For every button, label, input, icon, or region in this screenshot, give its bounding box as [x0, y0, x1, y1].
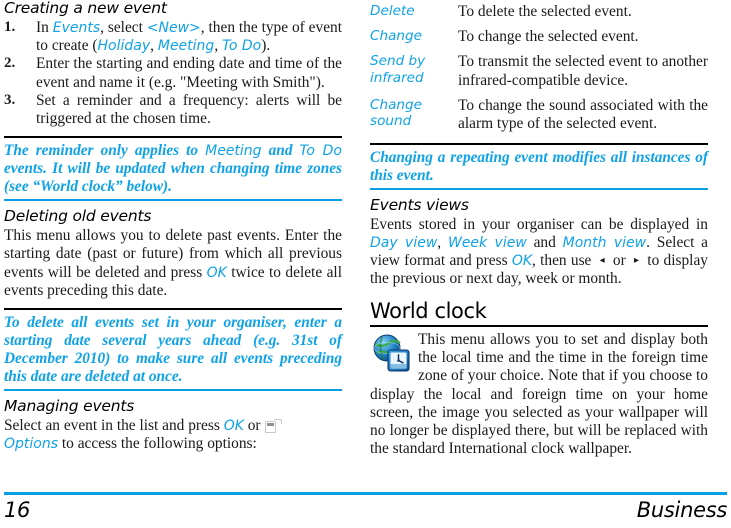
keyword-7: OK	[511, 253, 533, 270]
paragraph-managing-events: Select an event in the list and press OK…	[4, 417, 342, 453]
note-text: Changing a repeating event modifies all …	[370, 149, 708, 185]
keyword-1: Day view	[370, 235, 438, 252]
keyword-7: Meeting	[157, 38, 215, 55]
left-softkey-icon	[265, 418, 283, 433]
text-run-4: and	[526, 234, 563, 252]
table-row: Send by infrared To transmit the selected…	[370, 50, 708, 93]
keyword-1: OK	[206, 264, 227, 281]
note-text: The reminder only applies to Meeting and…	[4, 142, 342, 196]
option-description: To delete the selected event.	[458, 3, 632, 20]
arrow-glyph-9: ◂	[599, 255, 605, 267]
options-table: Delete To delete the selected event. Chang…	[370, 0, 708, 135]
note-delete-all-events: To delete all events set in your organis…	[4, 307, 342, 392]
step-number: 3.	[4, 91, 16, 108]
option-name: Change	[370, 28, 423, 45]
text-run-8: ,	[214, 37, 223, 55]
managing-lead-3: to access the following options:	[58, 435, 257, 453]
text-run-6: ,	[150, 37, 158, 55]
paragraph-world-clock: This menu allows you to set and display …	[370, 330, 708, 458]
right-column: Delete To delete the selected event. Chang…	[370, 0, 708, 492]
keyword-9: To Do	[222, 38, 262, 55]
option-description: To change the selected event.	[458, 28, 639, 46]
step-number: 2.	[4, 55, 16, 72]
managing-lead-2: or	[243, 416, 265, 434]
text-run-0: In	[36, 18, 53, 36]
heading-rule	[370, 324, 708, 327]
text-run-10: or	[608, 252, 631, 270]
chapter-name: Business	[636, 498, 728, 522]
keyword-5: Holiday	[97, 38, 151, 55]
text-run-0: Events stored in your organiser can be d…	[370, 215, 708, 233]
heading-events-views: Events views	[370, 196, 469, 215]
footer-row: 16 Business	[4, 498, 727, 522]
page-number: 16	[4, 498, 31, 522]
step-text: In Events, select <New>, then the type o…	[36, 19, 342, 54]
key-options: Options	[4, 436, 59, 453]
step-number: 1.	[4, 18, 16, 35]
list-item: 2. Enter the starting and ending date an…	[4, 55, 342, 92]
text-run-2: , select	[100, 18, 147, 36]
keyword-3: Week view	[447, 235, 527, 252]
option-name: Delete	[370, 3, 415, 19]
text-run-8: , then use	[532, 252, 596, 270]
heading-creating-a-new-event: Creating a new event	[4, 0, 167, 17]
table-row: Change sound To change the sound associat…	[370, 94, 708, 135]
note-reminder-applies: The reminder only applies to Meeting and…	[4, 136, 342, 202]
paragraph-events-views: Events stored in your organiser can be d…	[370, 216, 708, 289]
option-description: To change the sound associated with the …	[458, 96, 708, 132]
option-name: Change sound	[370, 96, 423, 129]
table-row: Delete To delete the selected event.	[370, 0, 708, 25]
option-description: To transmit the selected event to anothe…	[458, 53, 708, 89]
world-clock-block: This menu allows you to set and display …	[370, 331, 708, 459]
option-name: Send by infrared	[370, 53, 426, 86]
text-run-10: ).	[261, 37, 271, 55]
key-ok: OK	[223, 417, 244, 434]
heading-deleting-old-events: Deleting old events	[4, 207, 152, 226]
keyword-1: Events	[52, 19, 101, 36]
heading-world-clock: World clock	[370, 298, 487, 323]
page-footer: 16 Business	[0, 492, 731, 528]
globe-clock-icon	[373, 334, 410, 372]
list-item: 3. Set a reminder and a frequency: alert…	[4, 92, 342, 129]
two-column-layout: Creating a new event 1. In Events, selec…	[0, 0, 731, 492]
creating-event-steps: 1. In Events, select <New>, then the typ…	[4, 19, 342, 129]
step-text: Set a reminder and a frequency: alerts w…	[36, 91, 342, 128]
arrow-glyph-11: ▸	[634, 255, 640, 267]
keyword-3: <New>	[146, 19, 201, 36]
keyword-5: Month view	[562, 235, 647, 252]
heading-managing-events: Managing events	[4, 397, 135, 416]
footer-rule	[4, 492, 727, 495]
note-bold-4: events. It will be updated when changing…	[4, 160, 342, 196]
text-run-1: Meeting	[205, 143, 262, 160]
table-row: Change To change the selected event.	[370, 25, 708, 50]
note-text: To delete all events set in your organis…	[4, 313, 342, 386]
text-run-2: ,	[437, 234, 448, 252]
list-item: 1. In Events, select <New>, then the typ…	[4, 19, 342, 56]
paragraph-deleting-old-events: This menu allows you to delete past even…	[4, 227, 342, 300]
note-bold-2: and	[261, 142, 300, 160]
managing-lead-1: Select an event in the list and press	[4, 416, 224, 434]
manual-page: Creating a new event 1. In Events, selec…	[0, 0, 731, 528]
note-bold-0: The reminder only applies to	[4, 142, 206, 160]
note-repeating-event: Changing a repeating event modifies all …	[370, 143, 708, 191]
step-text: Enter the starting and ending date and t…	[36, 55, 342, 91]
left-column: Creating a new event 1. In Events, selec…	[4, 0, 342, 492]
text-run-3: To Do	[299, 143, 342, 160]
